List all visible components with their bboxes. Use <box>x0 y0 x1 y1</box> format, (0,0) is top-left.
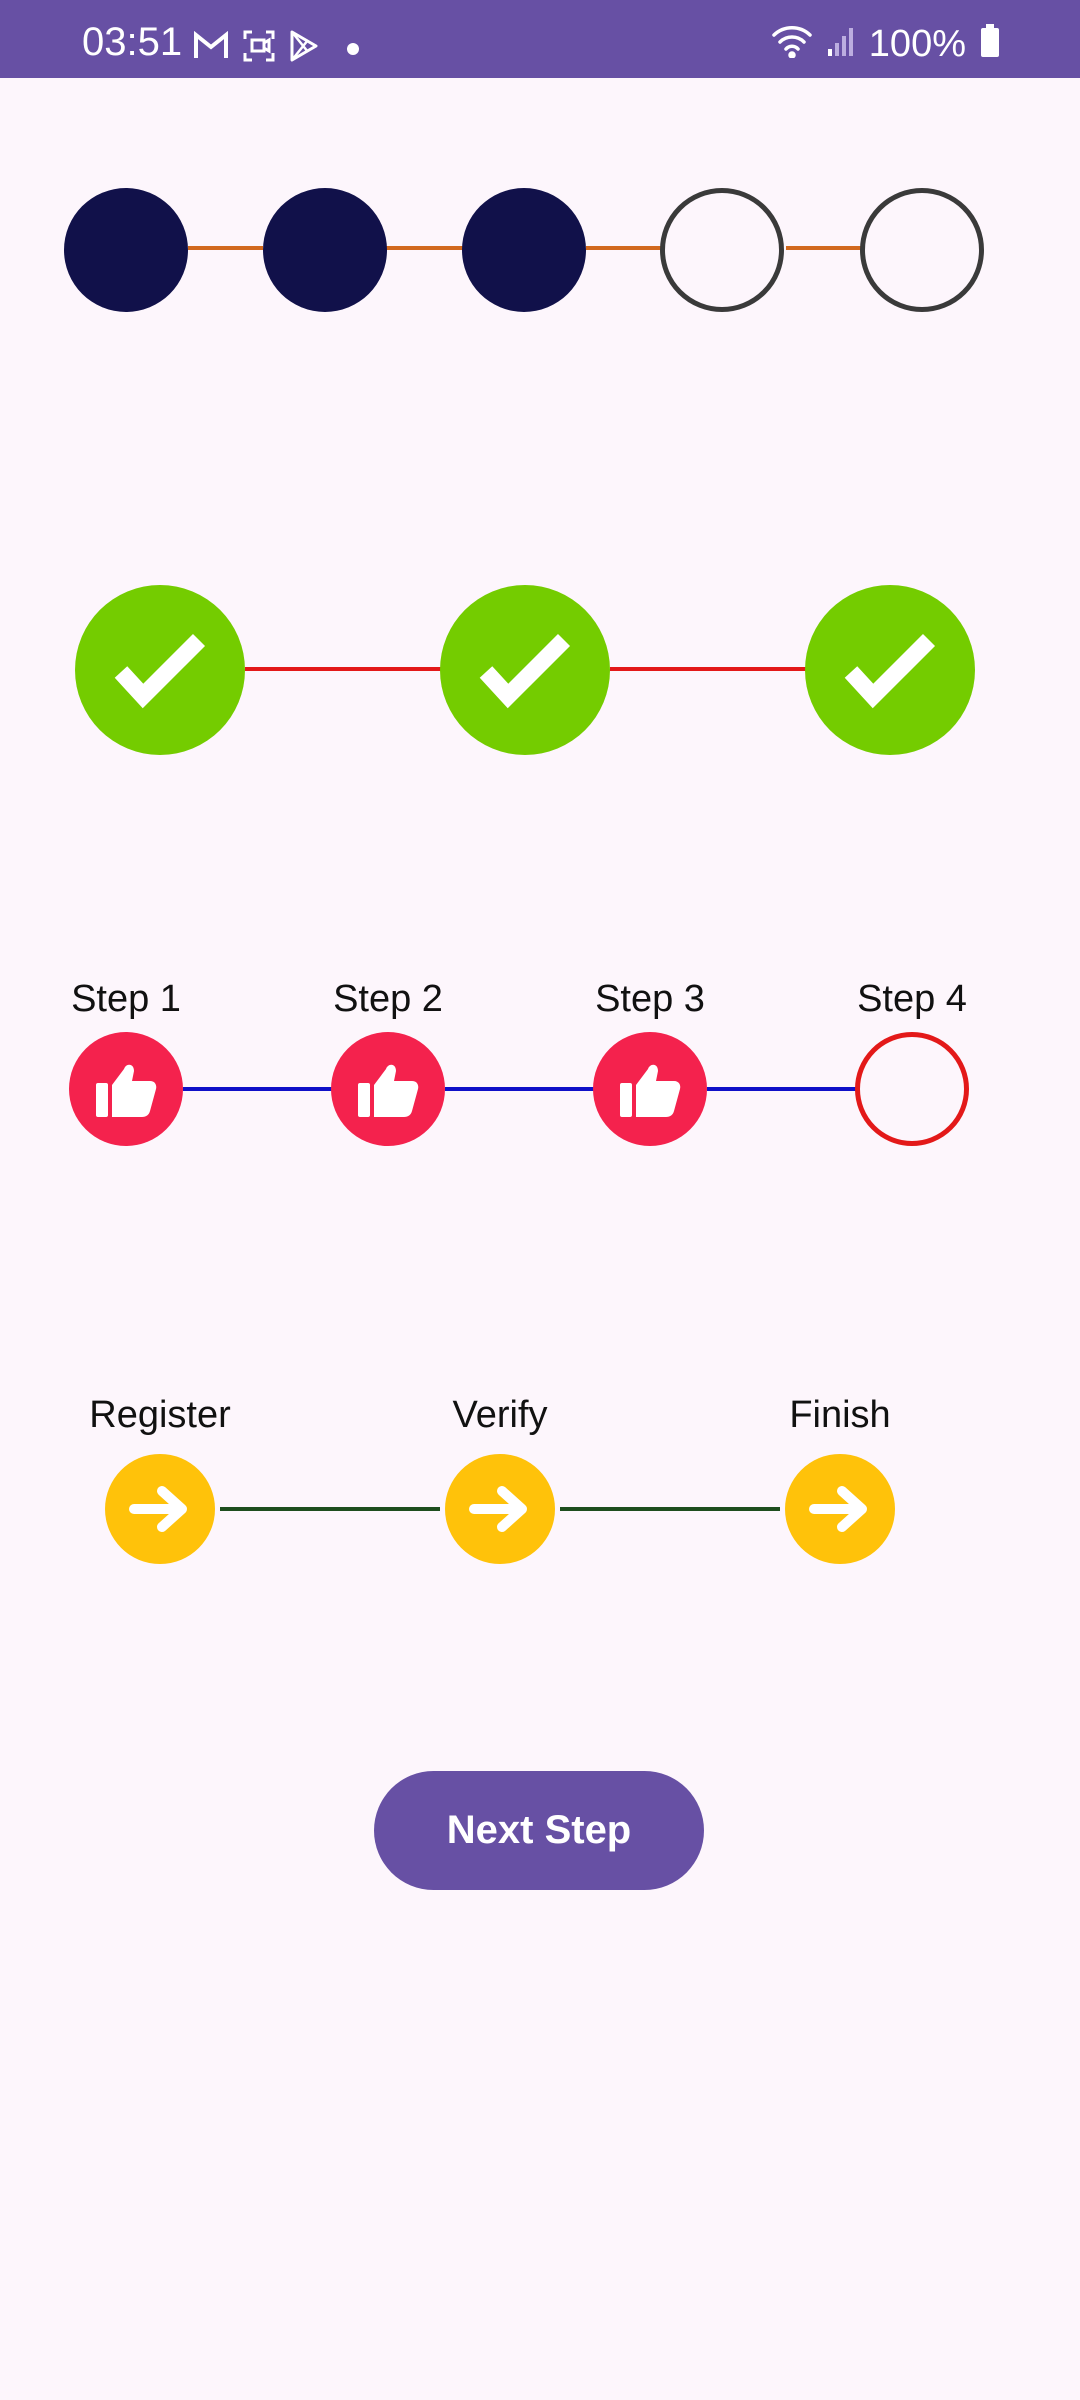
thumbs-up-icon <box>96 1064 157 1117</box>
connector-line <box>445 1087 595 1091</box>
step-register[interactable] <box>105 1454 215 1564</box>
arrow-right-icon <box>809 1486 867 1532</box>
step-label-verify: Verify <box>452 1394 548 1436</box>
step-check-completed[interactable] <box>440 585 610 755</box>
connector-line <box>707 1087 857 1091</box>
wifi-icon <box>771 24 813 63</box>
connector-line <box>245 667 442 671</box>
arrow-right-icon <box>129 1486 187 1532</box>
connector-line <box>183 1087 333 1091</box>
battery-percentage: 100% <box>868 22 966 65</box>
step-dot-pending[interactable] <box>860 188 984 312</box>
step-check-completed[interactable] <box>75 585 245 755</box>
connector-line <box>386 246 463 250</box>
step-dot-completed[interactable] <box>263 188 387 312</box>
arrow-right-icon <box>469 1486 527 1532</box>
status-time: 03:51 <box>82 20 183 64</box>
battery-icon <box>980 24 1000 63</box>
play-store-icon <box>289 30 319 67</box>
step-check-completed[interactable] <box>805 585 975 755</box>
screenshot-icon <box>243 30 275 67</box>
connector-line <box>610 667 807 671</box>
step-completed[interactable] <box>69 1032 183 1146</box>
step-label-finish: Finish <box>789 1394 891 1436</box>
next-step-button[interactable]: Next Step <box>374 1771 704 1890</box>
signal-icon <box>827 25 855 62</box>
connector-line <box>560 1507 780 1511</box>
status-bar: 03:51 100% <box>0 0 1080 78</box>
step-finish[interactable] <box>785 1454 895 1564</box>
connector-line <box>188 246 263 250</box>
connector-line <box>786 246 861 250</box>
step-completed[interactable] <box>593 1032 707 1146</box>
notification-dot-icon <box>347 42 359 55</box>
gmail-icon <box>193 30 229 66</box>
connector-line <box>586 246 662 250</box>
step-label: Step 2 <box>333 978 443 1020</box>
step-label: Step 1 <box>71 978 181 1020</box>
check-icon <box>114 633 206 709</box>
check-icon <box>844 633 936 709</box>
thumbs-up-icon <box>620 1064 681 1117</box>
step-dot-completed[interactable] <box>462 188 586 312</box>
step-verify[interactable] <box>445 1454 555 1564</box>
step-dot-pending[interactable] <box>660 188 784 312</box>
thumbs-up-icon <box>358 1064 419 1117</box>
connector-line <box>220 1507 440 1511</box>
step-completed[interactable] <box>331 1032 445 1146</box>
step-dot-completed[interactable] <box>64 188 188 312</box>
step-label: Step 4 <box>857 978 967 1020</box>
step-label-register: Register <box>89 1394 231 1436</box>
check-icon <box>479 633 571 709</box>
step-label: Step 3 <box>595 978 705 1020</box>
step-pending[interactable] <box>855 1032 969 1146</box>
